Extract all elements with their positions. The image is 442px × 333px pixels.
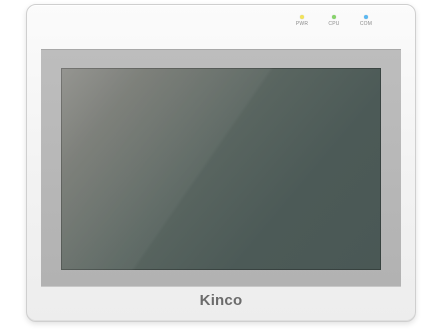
screen-bezel bbox=[41, 49, 401, 287]
status-indicators: PWR CPU COM bbox=[291, 15, 377, 27]
indicator-label: PWR bbox=[295, 21, 309, 27]
touchscreen-display[interactable] bbox=[61, 68, 381, 270]
screen-glare bbox=[61, 68, 374, 270]
indicator-pwr: PWR bbox=[291, 15, 313, 27]
indicator-com: COM bbox=[355, 15, 377, 27]
cpu-led-icon bbox=[332, 15, 336, 19]
indicator-label: COM bbox=[359, 21, 373, 27]
brand-logo: Kinco bbox=[199, 292, 243, 309]
indicator-label: CPU bbox=[328, 21, 340, 27]
com-led-icon bbox=[364, 15, 368, 19]
product-photo-stage: PWR CPU COM Kinco bbox=[0, 0, 442, 333]
pwr-led-icon bbox=[300, 15, 304, 19]
indicator-cpu: CPU bbox=[323, 15, 345, 27]
hmi-touch-panel: PWR CPU COM Kinco bbox=[26, 4, 416, 322]
